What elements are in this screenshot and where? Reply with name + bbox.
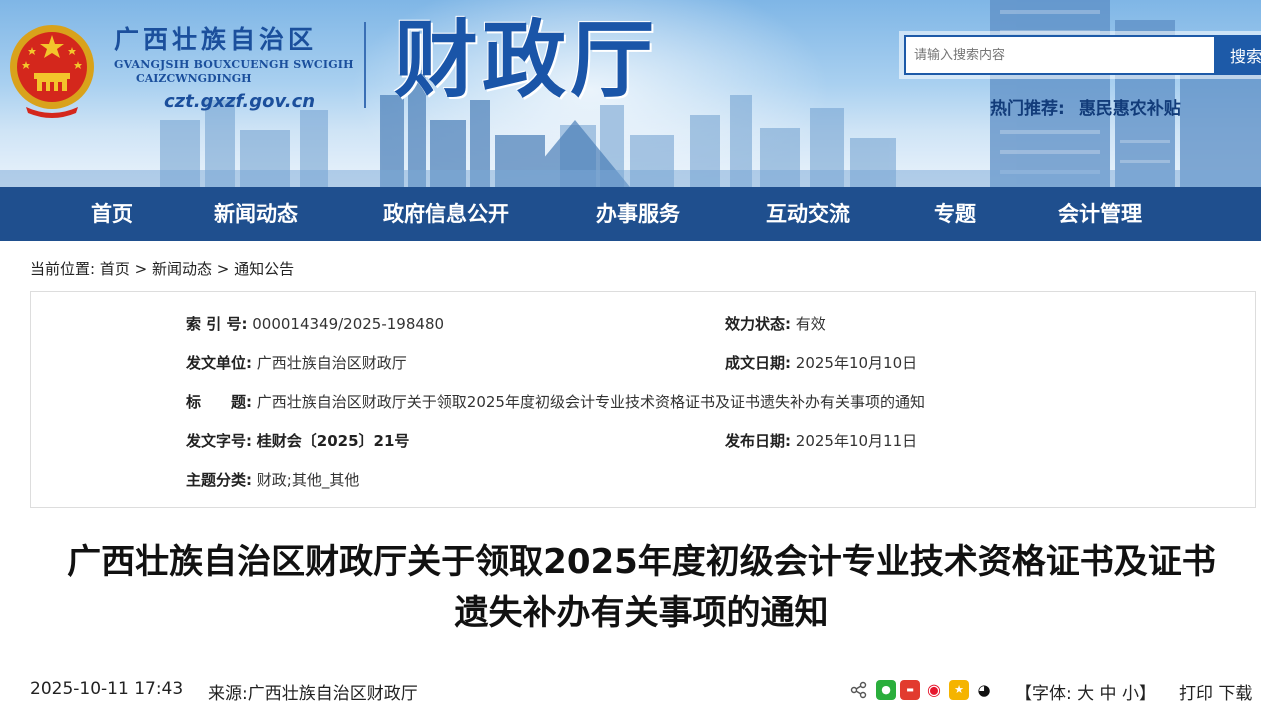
nav-item-home[interactable]: 首页 (91, 187, 133, 241)
meta-title: 标 题: 广西壮族自治区财政厅关于领取2025年度初级会计专业技术资格证书及证书… (186, 391, 925, 412)
org-name-cn: 广西壮族自治区 (114, 25, 318, 54)
toutiao-icon[interactable]: ▬ (900, 680, 920, 700)
nav-item-interaction[interactable]: 互动交流 (766, 187, 850, 241)
breadcrumb-separator: > (216, 260, 230, 278)
meta-published-value: 2025年10月11日 (795, 432, 918, 450)
national-emblem-icon (10, 25, 94, 118)
font-size-control: 【字体: 大 中 小】 (1015, 679, 1156, 704)
org-name-zhuang-line2: CAIZCWNGDINGH (136, 72, 252, 85)
article-title: 广西壮族自治区财政厅关于领取2025年度初级会计专业技术资格证书及证书 遗失补办… (22, 537, 1261, 639)
meta-status-label: 效力状态: (725, 315, 791, 333)
qzone-icon[interactable]: ★ (949, 680, 969, 700)
meta-status-value: 有效 (795, 315, 826, 333)
site-header: 广西壮族自治区 GVANGJSIH BOUXCUENGH SWCIGIH CAI… (0, 0, 1261, 187)
meta-topic-value: 财政;其他_其他 (256, 471, 360, 489)
org-name-zhuang-line1: GVANGJSIH BOUXCUENGH SWCIGIH (114, 58, 354, 71)
meta-published: 发布日期: 2025年10月11日 (725, 430, 917, 451)
meta-title-value: 广西壮族自治区财政厅关于领取2025年度初级会计专业技术资格证书及证书遗失补办有… (256, 393, 925, 411)
article-title-line1: 广西壮族自治区财政厅关于领取2025年度初级会计专业技术资格证书及证书 (67, 542, 1216, 582)
font-size-large-button[interactable]: 大 (1077, 684, 1094, 704)
meta-status: 效力状态: 有效 (725, 313, 826, 334)
meta-created-label: 成文日期: (725, 354, 791, 372)
site-url[interactable]: czt.gxzf.gov.cn (164, 91, 315, 112)
qq-icon[interactable]: ◕ (974, 680, 994, 700)
search-button[interactable]: 搜索 (1215, 35, 1261, 75)
breadcrumb-separator: > (134, 260, 148, 278)
meta-index-label: 索 引 号: (186, 315, 248, 333)
meta-issuer-label: 发文单位: (186, 354, 252, 372)
wechat-icon[interactable]: ● (876, 680, 896, 700)
breadcrumb: 当前位置: 首页 > 新闻动态 > 通知公告 (30, 258, 294, 279)
meta-issuer: 发文单位: 广西壮族自治区财政厅 (186, 352, 407, 373)
meta-title-label: 标 题: (186, 393, 252, 411)
meta-docno-value: 桂财会〔2025〕21号 (256, 432, 410, 450)
meta-created: 成文日期: 2025年10月10日 (725, 352, 917, 373)
nav-item-topics[interactable]: 专题 (934, 187, 976, 241)
article-datetime: 2025-10-11 17:43 (30, 679, 184, 699)
article-source: 来源:广西壮族自治区财政厅 (208, 684, 418, 704)
meta-topic: 主题分类: 财政;其他_其他 (186, 469, 359, 490)
print-button[interactable]: 打印 (1179, 684, 1213, 704)
nav-item-news[interactable]: 新闻动态 (214, 187, 298, 241)
search-box: 搜索 (899, 31, 1261, 79)
meta-topic-label: 主题分类: (186, 471, 252, 489)
meta-issuer-value: 广西壮族自治区财政厅 (256, 354, 407, 372)
breadcrumb-label: 当前位置: (30, 260, 96, 278)
meta-docno-label: 发文字号: (186, 432, 252, 450)
search-input[interactable] (904, 35, 1216, 75)
breadcrumb-item-notices[interactable]: 通知公告 (234, 260, 294, 278)
meta-published-label: 发布日期: (725, 432, 791, 450)
share-icon[interactable] (850, 681, 868, 699)
meta-created-value: 2025年10月10日 (795, 354, 918, 372)
weibo-icon[interactable]: ◉ (924, 680, 944, 700)
department-title: 财政厅 (394, 10, 659, 109)
document-metadata: 索 引 号: 000014349/2025-198480 效力状态: 有效 发文… (30, 291, 1256, 508)
hot-recommend-link[interactable]: 惠民惠农补贴 (1079, 99, 1181, 119)
main-nav: 首页 新闻动态 政府信息公开 办事服务 互动交流 专题 会计管理 (0, 187, 1261, 241)
hot-recommend-label: 热门推荐: (990, 99, 1065, 119)
meta-docno: 发文字号: 桂财会〔2025〕21号 (186, 430, 409, 451)
font-size-close: 】 (1138, 684, 1156, 704)
font-size-open: 【字体: (1015, 684, 1072, 704)
font-size-small-button[interactable]: 小 (1122, 684, 1139, 704)
nav-item-accounting[interactable]: 会计管理 (1058, 187, 1142, 241)
nav-item-services[interactable]: 办事服务 (596, 187, 680, 241)
nav-item-gov-info[interactable]: 政府信息公开 (383, 187, 509, 241)
meta-index: 索 引 号: 000014349/2025-198480 (186, 313, 444, 334)
font-size-medium-button[interactable]: 中 (1100, 684, 1117, 704)
download-button[interactable]: 下载 (1218, 684, 1252, 704)
breadcrumb-item-news[interactable]: 新闻动态 (152, 260, 212, 278)
hot-recommend: 热门推荐: 惠民惠农补贴 (990, 94, 1181, 119)
meta-index-value: 000014349/2025-198480 (252, 315, 445, 333)
logo-divider (364, 22, 366, 108)
article-title-line2: 遗失补办有关事项的通知 (454, 593, 829, 633)
article-tools: 打印 下载 (1179, 679, 1252, 704)
breadcrumb-item-home[interactable]: 首页 (100, 260, 130, 278)
